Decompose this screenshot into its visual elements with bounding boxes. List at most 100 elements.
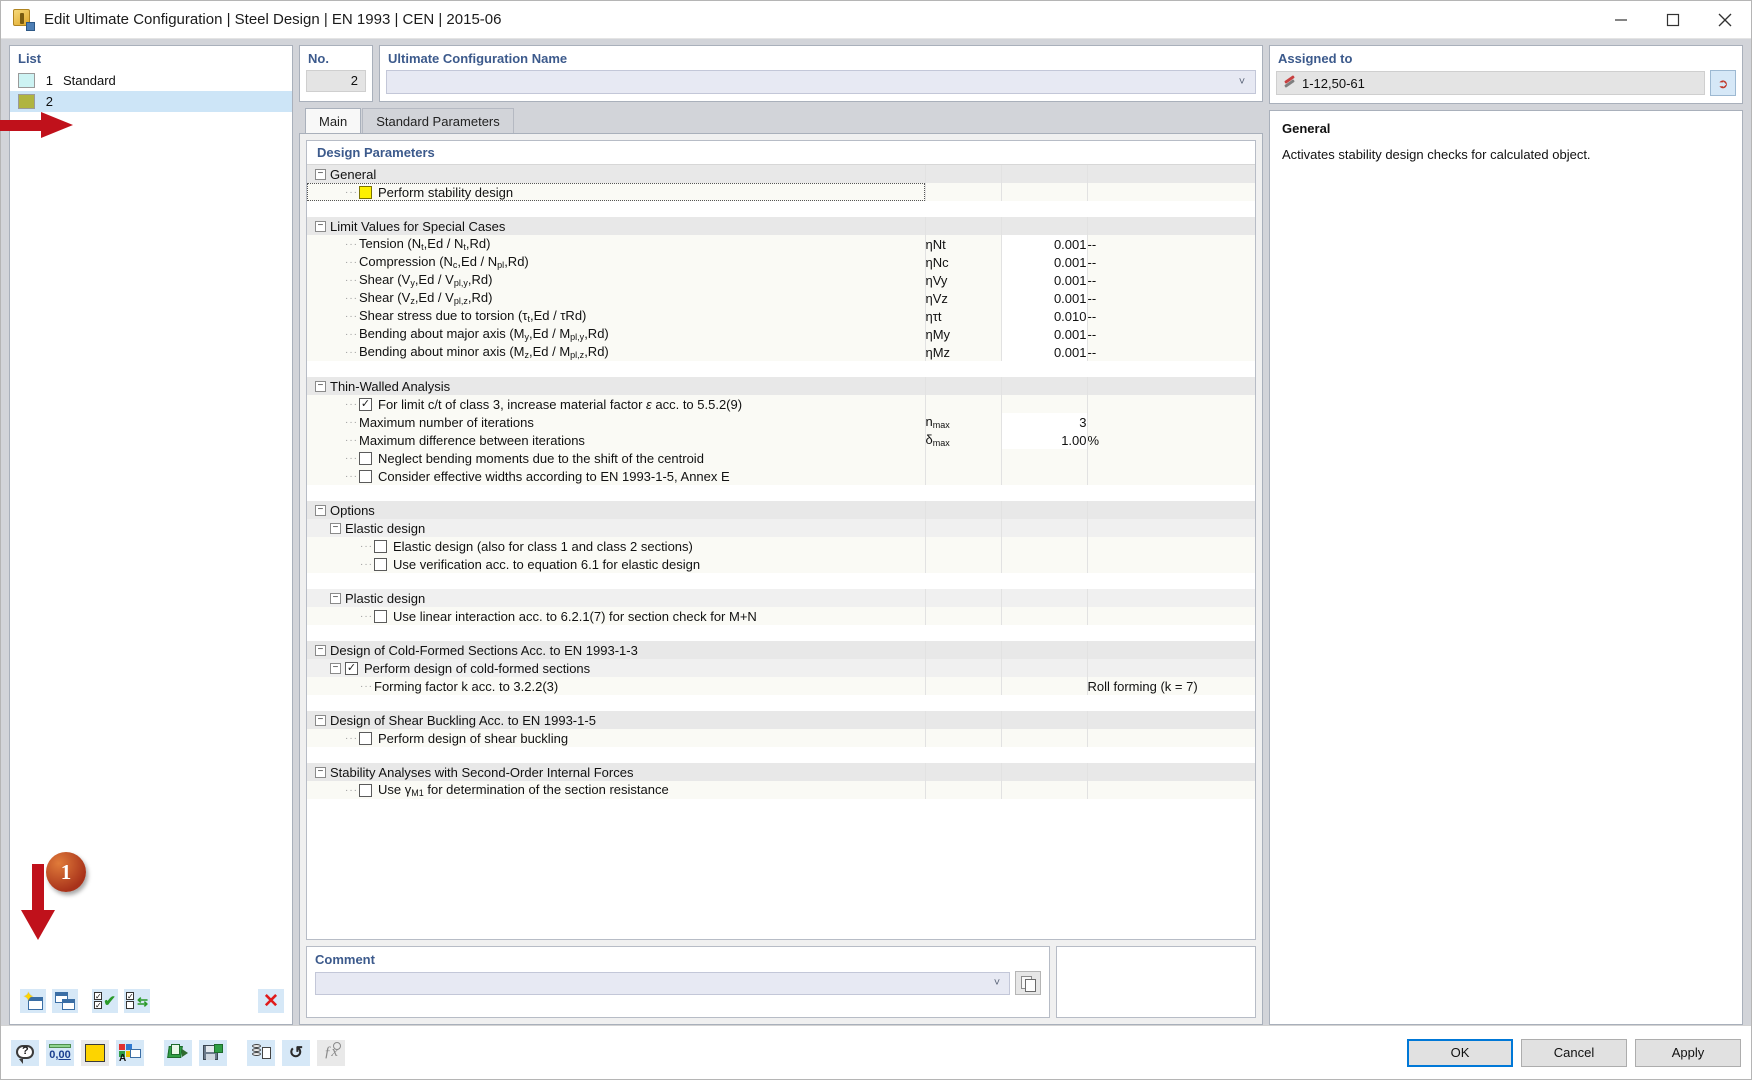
table-row[interactable]: −Options: [307, 501, 1255, 519]
parameter-value[interactable]: 0.001: [1001, 343, 1087, 361]
apply-button[interactable]: Apply: [1635, 1039, 1741, 1067]
parameter-value[interactable]: 0.001: [1001, 271, 1087, 289]
close-button[interactable]: [1699, 1, 1751, 39]
parameter-label-cell: ···Bending about minor axis (Mz,Ed / Mpl…: [307, 343, 925, 361]
tab-standard-parameters[interactable]: Standard Parameters: [362, 108, 514, 133]
checkbox[interactable]: [374, 540, 387, 553]
collapse-icon[interactable]: −: [315, 645, 326, 656]
table-row[interactable]: −Elastic design: [307, 519, 1255, 537]
database-button[interactable]: [247, 1040, 275, 1066]
chevron-down-icon[interactable]: ˅: [985, 977, 1009, 989]
copy-comment-button[interactable]: [1015, 971, 1041, 995]
table-row[interactable]: ···Perform stability design: [307, 183, 1255, 201]
table-row[interactable]: −✓Perform design of cold-formed sections: [307, 659, 1255, 677]
cancel-button[interactable]: Cancel: [1521, 1039, 1627, 1067]
collapse-icon[interactable]: −: [315, 767, 326, 778]
table-row[interactable]: ···Use γM1 for determination of the sect…: [307, 781, 1255, 799]
table-row[interactable]: −Stability Analyses with Second-Order In…: [307, 763, 1255, 781]
table-row[interactable]: −Plastic design: [307, 589, 1255, 607]
ok-button[interactable]: OK: [1407, 1039, 1513, 1067]
table-row[interactable]: ···Compression (Nc,Ed / Npl,Rd)ηNc0.001-…: [307, 253, 1255, 271]
collapse-icon[interactable]: −: [315, 715, 326, 726]
parameter-value[interactable]: 0.001: [1001, 253, 1087, 271]
checkbox[interactable]: ✓: [359, 398, 372, 411]
checkbox[interactable]: [359, 186, 372, 199]
table-row[interactable]: ···Elastic design (also for class 1 and …: [307, 537, 1255, 555]
table-row[interactable]: ···Tension (Nt,Ed / Nt,Rd)ηNt0.001--: [307, 235, 1255, 253]
minimize-button[interactable]: [1595, 1, 1647, 39]
select-all-button[interactable]: ✓✓✔: [92, 989, 118, 1013]
maximize-button[interactable]: [1647, 1, 1699, 39]
copy-configuration-button[interactable]: [52, 989, 78, 1013]
formula-button[interactable]: ƒx: [317, 1040, 345, 1066]
table-row[interactable]: ···Use verification acc. to equation 6.1…: [307, 555, 1255, 573]
table-row[interactable]: ···Bending about major axis (My,Ed / Mpl…: [307, 325, 1255, 343]
delete-configuration-button[interactable]: ✕: [258, 989, 284, 1013]
new-configuration-button[interactable]: ✦: [20, 989, 46, 1013]
table-row[interactable]: −Design of Cold-Formed Sections Acc. to …: [307, 641, 1255, 659]
checkbox[interactable]: ✓: [345, 662, 358, 675]
invert-selection-button[interactable]: ✓⇆: [124, 989, 150, 1013]
units-decimals-button[interactable]: 0,00: [46, 1040, 74, 1066]
table-row[interactable]: ···Neglect bending moments due to the sh…: [307, 449, 1255, 467]
checkbox[interactable]: [359, 732, 372, 745]
checkbox[interactable]: [374, 610, 387, 623]
collapse-icon[interactable]: −: [330, 663, 341, 674]
table-row[interactable]: ···Use linear interaction acc. to 6.2.1(…: [307, 607, 1255, 625]
parameter-value[interactable]: 1.00: [1001, 431, 1087, 449]
collapse-icon[interactable]: −: [315, 381, 326, 392]
parameter-value[interactable]: 0.001: [1001, 235, 1087, 253]
import-button[interactable]: [164, 1040, 192, 1066]
table-row[interactable]: −Thin-Walled Analysis: [307, 377, 1255, 395]
reset-button[interactable]: ↺: [282, 1040, 310, 1066]
parameter-value[interactable]: 3: [1001, 413, 1087, 431]
table-row[interactable]: ···Bending about minor axis (Mz,Ed / Mpl…: [307, 343, 1255, 361]
parameter-unit: [1087, 555, 1255, 573]
spacer-cell: [307, 747, 1255, 763]
checkbox[interactable]: [374, 558, 387, 571]
checkbox[interactable]: [359, 470, 372, 483]
assigned-to-field[interactable]: 1-12,50-61: [1276, 71, 1705, 95]
parameter-unit: --: [1087, 307, 1255, 325]
parameter-unit[interactable]: Roll forming (k = 7): [1087, 677, 1255, 695]
checkbox[interactable]: [359, 452, 372, 465]
number-field[interactable]: 2: [306, 70, 366, 92]
configuration-name-input[interactable]: ˅: [386, 70, 1256, 94]
table-row[interactable]: ···Consider effective widths according t…: [307, 467, 1255, 485]
comment-input[interactable]: ˅: [315, 972, 1010, 995]
chevron-down-icon[interactable]: ˅: [1229, 76, 1255, 88]
export-button[interactable]: [199, 1040, 227, 1066]
table-row[interactable]: ···Shear (Vz,Ed / Vpl,z,Rd)ηVz0.001--: [307, 289, 1255, 307]
parameter-value[interactable]: 0.001: [1001, 325, 1087, 343]
table-row[interactable]: ···Shear stress due to torsion (τt,Ed / …: [307, 307, 1255, 325]
help-button[interactable]: ?: [11, 1040, 39, 1066]
collapse-icon[interactable]: −: [315, 169, 326, 180]
table-row[interactable]: −Limit Values for Special Cases: [307, 217, 1255, 235]
tab-strip: Main Standard Parameters: [299, 108, 1263, 133]
list-header-label: List: [10, 46, 292, 70]
checkbox[interactable]: [359, 784, 372, 797]
display-properties-button[interactable]: A: [116, 1040, 144, 1066]
parameter-value[interactable]: 0.010: [1001, 307, 1087, 325]
table-row[interactable]: ···Perform design of shear buckling: [307, 729, 1255, 747]
table-row[interactable]: ···Maximum difference between iterations…: [307, 431, 1255, 449]
color-button[interactable]: [81, 1040, 109, 1066]
collapse-icon[interactable]: −: [315, 221, 326, 232]
table-row[interactable]: −General: [307, 165, 1255, 183]
collapse-icon[interactable]: −: [330, 523, 341, 534]
table-row[interactable]: ···Forming factor k acc. to 3.2.2(3)Roll…: [307, 677, 1255, 695]
list-item[interactable]: 1 Standard: [10, 70, 292, 91]
configuration-list[interactable]: 1 Standard 2: [10, 70, 292, 984]
collapse-icon[interactable]: −: [315, 505, 326, 516]
tree-line: ···: [360, 681, 374, 692]
table-row[interactable]: ···Maximum number of iterationsnmax3: [307, 413, 1255, 431]
table-row[interactable]: ···✓For limit c/t of class 3, increase m…: [307, 395, 1255, 413]
collapse-icon[interactable]: −: [330, 593, 341, 604]
table-row[interactable]: ···Shear (Vy,Ed / Vpl,y,Rd)ηVy0.001--: [307, 271, 1255, 289]
parameter-label: Bending about minor axis (Mz,Ed / Mpl,z,…: [359, 344, 609, 360]
parameter-value[interactable]: 0.001: [1001, 289, 1087, 307]
table-row[interactable]: −Design of Shear Buckling Acc. to EN 199…: [307, 711, 1255, 729]
select-objects-button[interactable]: ➲: [1710, 70, 1736, 96]
tab-main[interactable]: Main: [305, 108, 361, 133]
list-item[interactable]: 2: [10, 91, 292, 112]
